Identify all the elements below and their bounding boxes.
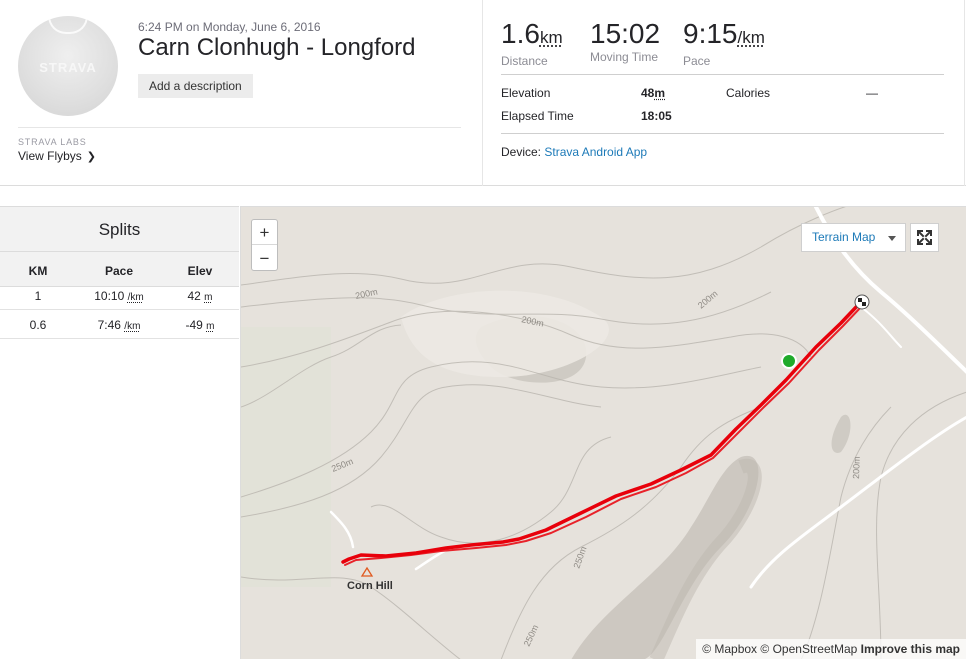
- zoom-out-button[interactable]: −: [252, 246, 277, 271]
- elapsed-time-value: 18:05: [641, 109, 672, 123]
- stats-divider-bottom: [501, 133, 944, 134]
- mapbox-link[interactable]: © Mapbox: [702, 642, 757, 656]
- elevation-label: Elevation: [501, 86, 551, 100]
- device-link[interactable]: Strava Android App: [544, 145, 647, 159]
- vegetation-area: [241, 327, 331, 587]
- distance-stat: 1.6km Distance: [501, 18, 563, 68]
- athlete-avatar[interactable]: STRAVA: [18, 16, 118, 116]
- moving-time-stat: 15:02 Moving Time: [590, 18, 660, 64]
- map-attribution: © Mapbox © OpenStreetMap Improve this ma…: [696, 639, 966, 659]
- contour-label: 250m: [330, 456, 355, 474]
- openstreetmap-link[interactable]: © OpenStreetMap: [760, 642, 857, 656]
- splits-header: Splits: [0, 206, 239, 251]
- split-pace-unit: /km: [124, 321, 141, 332]
- start-marker-icon[interactable]: [781, 353, 797, 369]
- split-elev-value: -49: [185, 318, 203, 332]
- split-pace: 7:46 /km: [76, 318, 162, 332]
- stats-divider-top: [501, 74, 944, 75]
- map-layer-dropdown[interactable]: Terrain Map: [801, 223, 906, 252]
- contour-label: 250m: [522, 623, 541, 648]
- activity-summary: STRAVA 6:24 PM on Monday, June 6, 2016 C…: [0, 0, 966, 186]
- distance-unit: km: [539, 28, 563, 47]
- split-pace-value: 7:46: [97, 318, 121, 332]
- pace-unit: /km: [737, 28, 765, 47]
- header-divider: [18, 127, 461, 128]
- vertical-divider: [482, 0, 483, 186]
- fullscreen-button[interactable]: [910, 223, 939, 252]
- splits-title: Splits: [98, 220, 141, 239]
- split-elev: -49 m: [162, 318, 238, 332]
- split-elev-unit: m: [204, 292, 213, 303]
- expand-icon: [917, 230, 932, 245]
- terrain-map-canvas[interactable]: 200m 200m 200m 250m 250m 200m 250m Corn …: [241, 207, 966, 659]
- add-description-button[interactable]: Add a description: [138, 74, 253, 98]
- column-header-elev: Elev: [187, 264, 213, 278]
- split-pace: 10:10 /km: [76, 289, 162, 303]
- finish-flag-icon[interactable]: [854, 294, 870, 310]
- column-header-pace: Pace: [104, 264, 134, 278]
- calories-label: Calories: [726, 86, 771, 100]
- moving-time-value: 15:02: [590, 18, 661, 49]
- view-flybys-link[interactable]: View Flybys ❯: [18, 149, 96, 163]
- elevation-unit: m: [654, 86, 666, 100]
- split-pace-value: 10:10: [94, 289, 125, 303]
- pace-value: 9:15: [683, 18, 738, 49]
- pace-stat: 9:15/km Pace: [683, 18, 765, 68]
- column-header-km: KM: [28, 264, 48, 278]
- contour-label: 200m: [851, 456, 862, 479]
- splits-panel: Splits KM Pace Elev 1 10:10 /km 42 m 0.6…: [0, 206, 239, 659]
- improve-map-link[interactable]: Improve this map: [861, 642, 960, 656]
- activity-date: 6:24 PM on Monday, June 6, 2016: [138, 20, 321, 34]
- split-km: 0.6: [29, 318, 47, 332]
- avatar-shirt-outline: [48, 16, 88, 34]
- view-flybys-label: View Flybys: [18, 149, 82, 163]
- zoom-in-button[interactable]: +: [252, 220, 277, 245]
- table-row: 0.6 7:46 /km -49 m: [0, 310, 239, 339]
- contour-label: 200m: [696, 288, 720, 310]
- contour-label: 250m: [571, 545, 588, 570]
- caret-down-icon: [888, 236, 896, 241]
- distance-value: 1.6: [501, 18, 540, 49]
- device-info: Device: Strava Android App: [501, 145, 647, 159]
- peak-icon: [360, 566, 374, 577]
- distance-label: Distance: [501, 54, 548, 68]
- split-elev-value: 42: [187, 289, 201, 303]
- map-layer-label: Terrain Map: [812, 230, 876, 244]
- calories-value: —: [866, 86, 878, 100]
- elevation-number: 48: [641, 86, 655, 100]
- zoom-control: + −: [251, 219, 278, 271]
- peak-label: Corn Hill: [347, 580, 393, 592]
- elevation-value: 48m: [641, 86, 665, 100]
- hill-shade: [831, 414, 851, 453]
- device-label: Device:: [501, 145, 545, 159]
- pace-label: Pace: [683, 54, 711, 68]
- moving-time-label: Moving Time: [590, 50, 659, 64]
- split-pace-unit: /km: [127, 292, 144, 303]
- split-km: 1: [34, 289, 42, 303]
- split-elev-unit: m: [206, 321, 215, 332]
- strava-labs-label: STRAVA LABS: [18, 137, 87, 147]
- table-row: 1 10:10 /km 42 m: [0, 281, 239, 310]
- right-border: [964, 0, 965, 186]
- elapsed-time-label: Elapsed Time: [501, 109, 574, 123]
- chevron-right-icon: ❯: [86, 151, 97, 163]
- split-elev: 42 m: [162, 289, 238, 303]
- activity-title[interactable]: Carn Clonhugh - Longford: [138, 34, 416, 62]
- strava-logo: STRAVA: [39, 60, 97, 75]
- route-map[interactable]: 200m 200m 200m 250m 250m 200m 250m Corn …: [240, 206, 966, 659]
